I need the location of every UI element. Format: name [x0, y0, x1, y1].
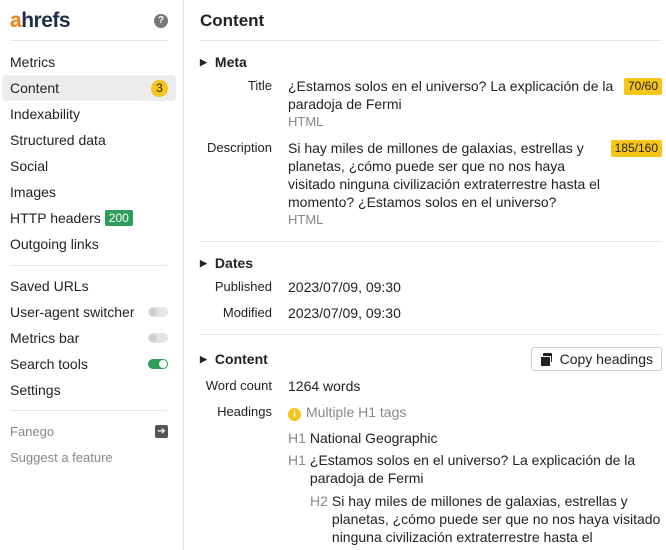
user-agent-toggle[interactable] [148, 307, 168, 317]
dates-section-toggle[interactable]: ▶ Dates [200, 255, 253, 271]
caret-icon: ▶ [200, 353, 207, 364]
sidebar-item-structured-data[interactable]: Structured data [2, 127, 176, 153]
modified-row: Modified 2023/07/09, 09:30 [222, 305, 401, 321]
suggest-feature-link[interactable]: Suggest a feature [2, 444, 176, 470]
logout-icon[interactable]: ➔ [155, 424, 168, 438]
divider [200, 40, 662, 41]
caret-icon: ▶ [200, 56, 207, 67]
sidebar-item-http-headers[interactable]: HTTP headers 200 [2, 205, 176, 231]
help-icon[interactable]: ? [154, 14, 168, 28]
headings-row: Headings i Multiple H1 tags [217, 404, 407, 421]
heading-item: H2 Si hay miles de millones de galaxias, … [310, 493, 661, 545]
sidebar-item-metrics[interactable]: Metrics [2, 49, 176, 75]
warning-icon: i [288, 408, 301, 421]
sidebar-item-metrics-bar[interactable]: Metrics bar [2, 325, 176, 351]
content-section-toggle[interactable]: ▶ Content [200, 351, 268, 367]
published-row: Published 2023/07/09, 09:30 [214, 279, 401, 295]
heading-item: H1 National Geographic [288, 430, 438, 446]
account-user[interactable]: Fanego ➔ [2, 418, 176, 444]
divider [10, 265, 167, 266]
heading-item: H1 ¿Estamos solos en el universo? La expl… [288, 452, 636, 486]
ahrefs-logo[interactable]: ahrefs [10, 9, 71, 33]
word-count-row: Word count 1264 words [205, 378, 361, 394]
sidebar-item-settings[interactable]: Settings [2, 377, 176, 403]
sidebar-item-social[interactable]: Social [2, 153, 176, 179]
meta-section-toggle[interactable]: ▶ Meta [200, 54, 247, 70]
sidebar-item-indexability[interactable]: Indexability [2, 101, 176, 127]
issue-count-badge: 3 [151, 79, 168, 97]
caret-icon: ▶ [200, 257, 207, 268]
tools-nav: Saved URLs User-agent switcher Metrics b… [2, 273, 176, 403]
sidebar-item-search-tools[interactable]: Search tools [2, 351, 176, 377]
divider [200, 334, 662, 335]
sidebar-item-user-agent-switcher[interactable]: User-agent switcher [2, 299, 176, 325]
divider [200, 241, 662, 242]
divider [10, 410, 167, 411]
sidebar-item-outgoing-links[interactable]: Outgoing links [2, 231, 176, 257]
sidebar-item-images[interactable]: Images [2, 179, 176, 205]
status-code-badge: 200 [104, 210, 133, 226]
page-title: Content [200, 11, 265, 30]
description-length-badge: 185/160 [610, 140, 662, 157]
sidebar: ahrefs ? Metrics Content 3 Indexability S… [0, 0, 184, 550]
metrics-bar-toggle[interactable] [148, 333, 168, 343]
account-nav: Fanego ➔ Suggest a feature [2, 418, 176, 470]
search-tools-toggle[interactable] [148, 359, 168, 369]
divider [10, 40, 167, 41]
meta-title-row: Title ¿Estamos solos en el universo? La … [200, 77, 662, 131]
title-length-badge: 70/60 [623, 78, 662, 95]
meta-description-row: Description Si hay miles de millones de … [200, 139, 662, 229]
report-nav: Metrics Content 3 Indexability Structured… [2, 49, 176, 257]
copy-icon [539, 353, 552, 367]
sidebar-item-content[interactable]: Content 3 [2, 75, 176, 101]
sidebar-item-saved-urls[interactable]: Saved URLs [2, 273, 176, 299]
copy-headings-button[interactable]: Copy headings [530, 347, 662, 371]
